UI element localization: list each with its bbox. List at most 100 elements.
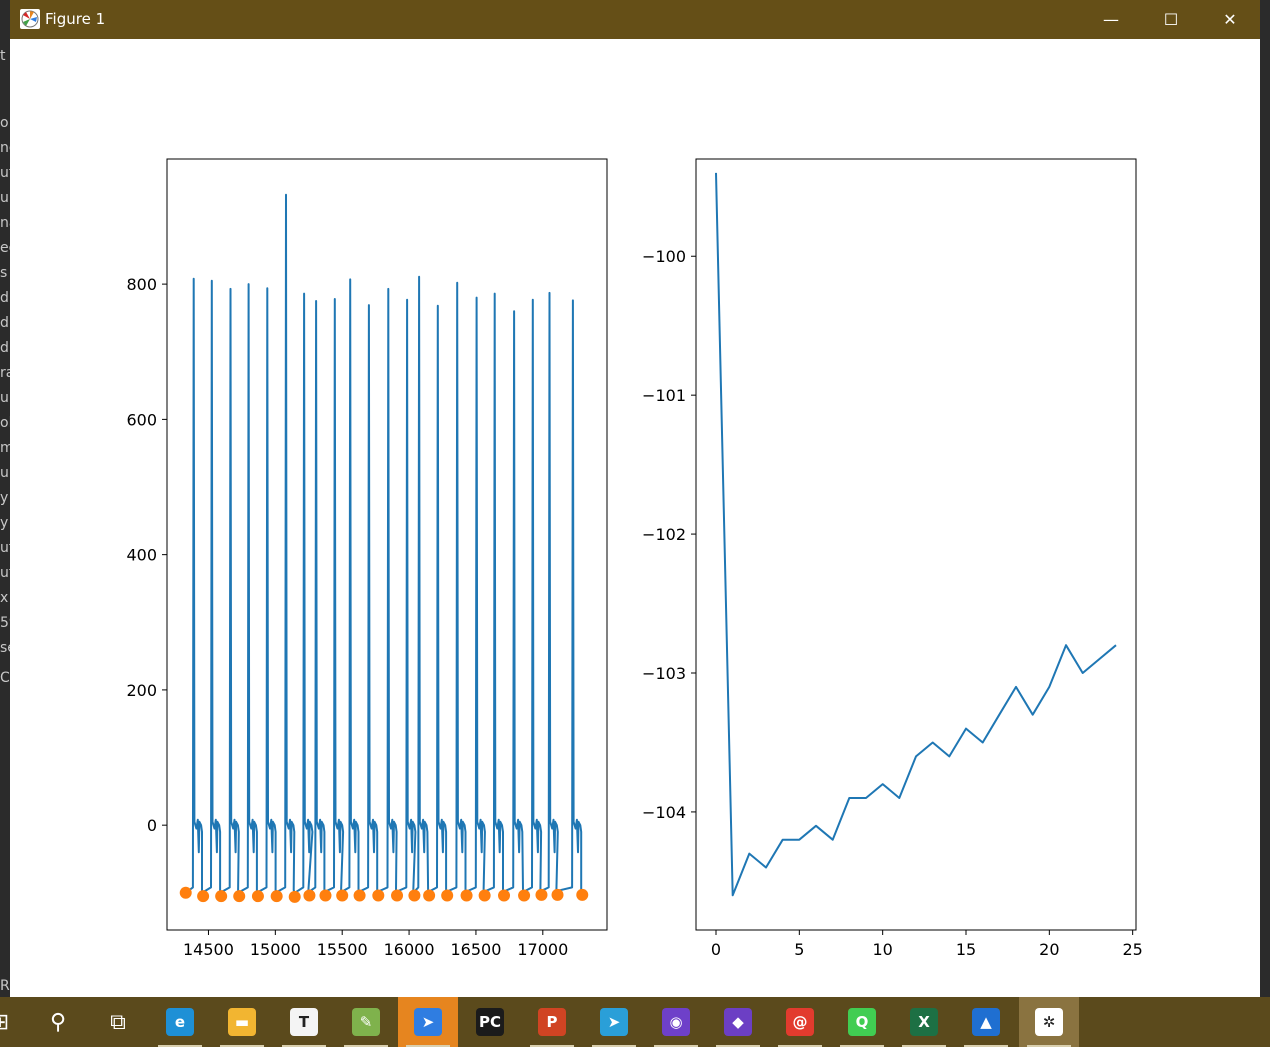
taskbar-item-snail[interactable]: @ <box>770 997 830 1047</box>
background-text-fragment: m <box>0 440 10 456</box>
obsidian-icon: ◆ <box>724 1008 752 1036</box>
figure-canvas: 14500 15000 15500 16000 16500 17000 0 200 400 600… <box>10 39 1260 997</box>
excel-icon: X <box>910 1008 938 1036</box>
taskbar-item-task-view[interactable]: ⧉ <box>88 997 148 1047</box>
taskbar-item-qt[interactable]: Q <box>832 997 892 1047</box>
close-button[interactable]: ✕ <box>1201 0 1259 39</box>
left-chart-y-tick-label: 800 <box>126 275 157 294</box>
right-chart-x-tick-label: 5 <box>794 940 804 959</box>
feishu-icon: ➤ <box>414 1008 442 1036</box>
left-chart-marker <box>372 889 385 902</box>
background-text-fragment: y <box>0 515 9 531</box>
left-chart-marker <box>270 890 283 903</box>
taskbar-item-pycharm[interactable]: PC <box>460 997 520 1047</box>
taskbar-item-typora[interactable]: T <box>274 997 334 1047</box>
right-chart-y-tick-label: −102 <box>642 525 686 544</box>
background-text-fragment: u <box>0 465 9 481</box>
matplotlib-icon: ✲ <box>1035 1008 1063 1036</box>
background-text-fragment: na <box>0 215 10 231</box>
background-text-fragment: y <box>0 490 9 506</box>
matplotlib-icon <box>20 9 40 29</box>
right-chart-x-tick-label: 15 <box>956 940 976 959</box>
taskbar: ⊞ ⚲ ⧉ e ▬ T ✎ ➤ PC P ➤ ◉ ◆ @ Q X ▲ ✲ <box>0 997 1270 1047</box>
left-chart-marker <box>498 889 511 902</box>
taskbar-item-file-explorer[interactable]: ▬ <box>212 997 272 1047</box>
background-text-fragment: di <box>0 315 10 331</box>
background-editor-strip: toncutuinaecsdididirauiolmuyyututx59seCR <box>0 0 10 997</box>
left-chart-x-tick-label: 16000 <box>384 940 435 959</box>
left-chart-marker <box>423 889 436 902</box>
background-text-fragment: C <box>0 670 10 686</box>
taskbar-item-telegram[interactable]: ➤ <box>584 997 644 1047</box>
taskbar-item-start[interactable]: ⊞ <box>0 997 30 1047</box>
taskbar-item-notepad[interactable]: ✎ <box>336 997 396 1047</box>
left-chart-marker <box>408 889 421 902</box>
file-explorer-icon: ▬ <box>228 1008 256 1036</box>
background-text-fragment: nc <box>0 140 10 156</box>
background-text-fragment: ec <box>0 240 10 256</box>
window-title: Figure 1 <box>45 10 106 28</box>
taskbar-item-feishu[interactable]: ➤ <box>398 997 458 1047</box>
left-chart-marker <box>319 889 332 902</box>
typora-icon: T <box>290 1008 318 1036</box>
taskbar-item-github[interactable]: ◉ <box>646 997 706 1047</box>
start-icon: ⊞ <box>0 1008 14 1036</box>
left-chart-marker <box>215 890 228 903</box>
background-text-fragment: ui <box>0 390 10 406</box>
background-text-fragment: ra <box>0 365 10 381</box>
edge-icon: e <box>166 1008 194 1036</box>
qt-icon: Q <box>848 1008 876 1036</box>
left-chart-marker <box>478 889 491 902</box>
right-chart-y-tick-label: −101 <box>642 386 686 405</box>
figure-window: Figure 1 — ☐ ✕ 14500 15000 15500 16000 16500… <box>10 0 1260 997</box>
close-icon: ✕ <box>1223 10 1237 29</box>
left-chart-y-tick-label: 0 <box>147 816 157 835</box>
task-view-icon: ⧉ <box>110 1009 126 1035</box>
figure-svg: 14500 15000 15500 16000 16500 170000200400600… <box>126 158 1143 959</box>
left-chart-marker <box>535 888 548 901</box>
telegram-icon: ➤ <box>600 1008 628 1036</box>
left-chart-marker <box>353 889 366 902</box>
taskbar-item-photos[interactable]: ▲ <box>956 997 1016 1047</box>
maximize-button[interactable]: ☐ <box>1142 0 1200 39</box>
left-chart-x-tick-label: 16500 <box>450 940 501 959</box>
right-chart-x-tick-label: 25 <box>1122 940 1142 959</box>
background-text-fragment: ut <box>0 165 10 181</box>
left-chart-marker <box>551 888 564 901</box>
taskbar-item-search[interactable]: ⚲ <box>28 997 88 1047</box>
notepad-icon: ✎ <box>352 1008 380 1036</box>
background-text-fragment: t <box>0 48 6 64</box>
background-text-fragment: x <box>0 590 9 606</box>
right-chart-x-tick-label: 0 <box>711 940 721 959</box>
minimize-button[interactable]: — <box>1082 0 1140 39</box>
left-chart-y-tick-label: 400 <box>126 546 157 565</box>
background-text-fragment: o <box>0 115 9 131</box>
taskbar-item-excel[interactable]: X <box>894 997 954 1047</box>
taskbar-item-obsidian[interactable]: ◆ <box>708 997 768 1047</box>
background-text-fragment: R <box>0 978 10 994</box>
left-chart-x-tick-label: 15000 <box>250 940 301 959</box>
github-icon: ◉ <box>662 1008 690 1036</box>
left-chart-y-tick-label: 600 <box>126 410 157 429</box>
left-chart-marker <box>233 890 246 903</box>
background-text-fragment: ui <box>0 190 10 206</box>
left-chart-marker <box>288 890 301 903</box>
left-chart-y-tick-label: 200 <box>126 681 157 700</box>
background-text-fragment: ut <box>0 540 10 556</box>
left-chart-marker <box>441 889 454 902</box>
background-text-fragment: di <box>0 340 10 356</box>
snail-icon: @ <box>786 1008 814 1036</box>
background-text-fragment: di <box>0 290 10 306</box>
taskbar-item-matplotlib[interactable]: ✲ <box>1019 997 1079 1047</box>
left-chart-marker <box>336 889 349 902</box>
right-chart-y-tick-label: −104 <box>642 803 686 822</box>
background-text-fragment: ut <box>0 565 10 581</box>
title-bar[interactable]: Figure 1 — ☐ ✕ <box>10 0 1260 39</box>
taskbar-item-edge[interactable]: e <box>150 997 210 1047</box>
left-chart-x-tick-label: 15500 <box>317 940 368 959</box>
maximize-icon: ☐ <box>1163 10 1179 29</box>
powerpoint-icon: P <box>538 1008 566 1036</box>
left-chart-marker <box>391 889 404 902</box>
taskbar-item-powerpoint[interactable]: P <box>522 997 582 1047</box>
left-chart-marker <box>179 886 192 899</box>
